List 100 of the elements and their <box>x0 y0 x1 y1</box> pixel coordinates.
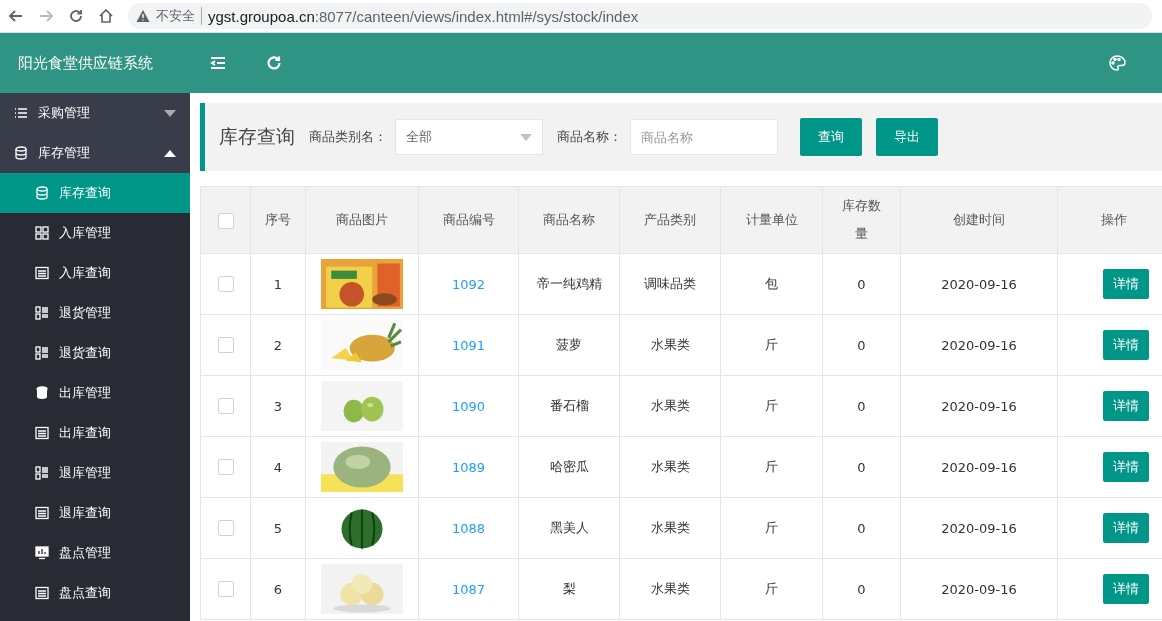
table-cell: 斤 <box>765 520 778 535</box>
table-cell: 水果类 <box>650 398 690 413</box>
detail-button[interactable]: 详情 <box>1103 391 1149 421</box>
field-label: 商品类别名： <box>309 128 387 146</box>
column-header: 商品图片 <box>336 212 388 227</box>
table-cell: 包 <box>765 276 778 291</box>
menu-collapse-icon[interactable] <box>210 55 226 71</box>
detail-button[interactable]: 详情 <box>1103 330 1149 360</box>
sidebar-item[interactable]: 入库查询 <box>0 253 190 293</box>
database-icon <box>35 186 49 200</box>
warning-icon <box>136 9 150 23</box>
table-icon <box>35 426 49 440</box>
table-cell: 2020-09-16 <box>941 337 1017 353</box>
page-title: 库存查询 <box>219 124 295 149</box>
code-link[interactable]: 1087 <box>451 581 486 597</box>
caret-down-icon <box>520 133 532 141</box>
security-label: 不安全 <box>156 7 202 25</box>
table-cell: 水果类 <box>650 459 690 474</box>
table-cell: 番石榴 <box>549 398 589 413</box>
sidebar-item[interactable]: 退货查询 <box>0 333 190 373</box>
table-cell: 哈密瓜 <box>549 459 589 474</box>
table-cell: 帝一纯鸡精 <box>536 276 602 291</box>
address-bar[interactable]: 不安全 ygst.groupoa.cn:8077/canteen/views/index.html#/sys/stock/index <box>128 3 1152 29</box>
home-icon[interactable] <box>98 8 114 24</box>
refresh-icon[interactable] <box>266 55 282 71</box>
table-cell: 水果类 <box>650 337 690 352</box>
reload-icon[interactable] <box>68 8 84 24</box>
checkbox[interactable] <box>217 581 234 598</box>
sidebar-item[interactable]: 盘点查询 <box>0 573 190 613</box>
app-title: 阳光食堂供应链系统 <box>17 53 154 73</box>
sidebar-item[interactable]: 盘点管理 <box>0 533 190 573</box>
code-link[interactable]: 1089 <box>451 459 486 475</box>
grid-icon <box>35 226 49 240</box>
detail-button[interactable]: 详情 <box>1103 269 1149 299</box>
column-header: 商品名称 <box>543 212 595 227</box>
sidebar-item[interactable]: 入库管理 <box>0 213 190 253</box>
sidebar-item[interactable]: 出库管理 <box>0 373 190 413</box>
table-cell: 斤 <box>765 581 778 596</box>
sidebar-item[interactable]: 退库查询 <box>0 493 190 533</box>
column-header: 产品类别 <box>644 212 696 227</box>
sidebar-group[interactable]: 库存管理 <box>0 133 190 173</box>
list-icon <box>35 466 49 480</box>
column-header: 商品编号 <box>442 212 495 227</box>
table-cell: 0 <box>857 276 866 292</box>
table-cell: 2020-09-16 <box>941 520 1017 536</box>
sidebar-item[interactable]: 库存查询 <box>0 173 190 213</box>
search-button[interactable]: 查询 <box>800 118 862 156</box>
caret-up-icon <box>164 149 176 157</box>
table-cell: 2 <box>273 337 283 353</box>
code-link[interactable]: 1088 <box>451 520 486 536</box>
checkbox[interactable] <box>217 520 234 537</box>
table-cell: 斤 <box>765 337 778 352</box>
checkbox[interactable] <box>217 276 234 293</box>
column-header: 库存数量 <box>842 197 881 243</box>
detail-button[interactable]: 详情 <box>1103 574 1149 604</box>
checkbox[interactable] <box>217 337 234 354</box>
list-icon <box>35 346 49 360</box>
url-text: ygst.groupoa.cn:8077/canteen/views/index.html#/sys/stock/index <box>208 7 639 25</box>
checkbox[interactable] <box>217 459 234 476</box>
table-cell: 水果类 <box>650 520 690 535</box>
chart-icon <box>35 546 49 560</box>
table-cell: 4 <box>273 459 283 475</box>
table-cell: 6 <box>273 581 283 597</box>
table-cell: 0 <box>857 581 866 597</box>
category-select[interactable]: 全部 <box>395 119 543 155</box>
database-icon <box>35 386 49 400</box>
code-link[interactable]: 1092 <box>451 276 486 292</box>
checkbox[interactable] <box>217 398 234 415</box>
name-input[interactable]: 商品名称 <box>630 119 778 155</box>
sidebar-group[interactable]: 采购管理 <box>0 93 190 133</box>
palette-icon[interactable] <box>1108 54 1126 72</box>
table-cell: 2020-09-16 <box>941 459 1017 475</box>
list-icon <box>14 106 28 120</box>
back-icon[interactable] <box>8 8 24 24</box>
table-cell: 0 <box>857 337 866 353</box>
column-header: 操作 <box>1101 212 1127 227</box>
database-icon <box>14 146 28 160</box>
column-header: 序号 <box>265 212 291 227</box>
checkbox[interactable] <box>217 212 234 229</box>
table-cell: 0 <box>857 520 866 536</box>
detail-button[interactable]: 详情 <box>1103 513 1149 543</box>
table-cell: 斤 <box>765 459 778 474</box>
forward-icon[interactable] <box>38 8 54 24</box>
sidebar-item[interactable]: 出库查询 <box>0 413 190 453</box>
code-link[interactable]: 1091 <box>451 337 486 353</box>
field-label: 商品名称： <box>557 128 622 146</box>
detail-button[interactable]: 详情 <box>1103 452 1149 482</box>
table-cell: 3 <box>273 398 283 414</box>
table-cell: 黑美人 <box>549 520 589 535</box>
table-icon <box>35 586 49 600</box>
table-icon <box>35 266 49 280</box>
table-cell: 2020-09-16 <box>941 276 1017 292</box>
table-cell: 1 <box>273 276 283 292</box>
sidebar-item[interactable]: 退货管理 <box>0 293 190 333</box>
export-button[interactable]: 导出 <box>876 118 938 156</box>
code-link[interactable]: 1090 <box>451 398 486 414</box>
table-icon <box>35 506 49 520</box>
sidebar-item[interactable]: 退库管理 <box>0 453 190 493</box>
list-icon <box>35 306 49 320</box>
column-header: 计量单位 <box>745 212 798 227</box>
